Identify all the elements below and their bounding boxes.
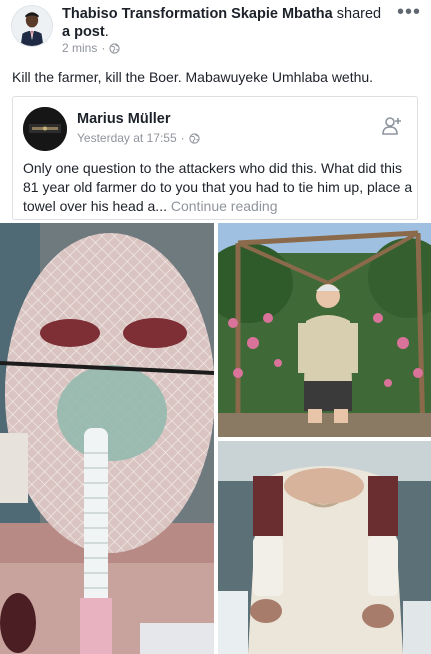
photo-grid [0, 223, 431, 654]
globe-icon[interactable] [189, 132, 200, 144]
author-name[interactable]: Thabiso Transformation Skapie Mbatha [62, 6, 333, 22]
injured-face-photo[interactable] [0, 223, 214, 654]
post-meta: 2 mins · [62, 41, 120, 55]
post-status-text: Kill the farmer, kill the Boer. Mabawuye… [12, 69, 374, 85]
share-verb: shared [336, 6, 382, 22]
more-options-icon[interactable]: ••• [397, 2, 421, 22]
globe-icon[interactable] [109, 42, 120, 54]
shared-post-link[interactable]: a post [62, 24, 105, 40]
shared-post-card[interactable]: Marius Müller Yesterday at 17:55 · Only … [12, 96, 418, 220]
post-author-line: Thabiso Transformation Skapie Mbatha sha… [62, 5, 392, 41]
meta-separator: · [180, 131, 185, 145]
meta-separator: · [101, 41, 106, 55]
continue-reading-link[interactable]: Continue reading [171, 198, 278, 214]
author-avatar[interactable] [11, 5, 53, 47]
bandaged-body-photo[interactable] [218, 441, 431, 654]
add-friend-icon[interactable] [381, 115, 403, 137]
shared-author-name[interactable]: Marius Müller [77, 111, 170, 127]
shared-post-timestamp[interactable]: Yesterday at 17:55 [77, 131, 177, 145]
post-header: Thabiso Transformation Skapie Mbatha sha… [0, 0, 431, 62]
farmer-garden-photo[interactable] [218, 223, 431, 437]
shared-post-meta: Yesterday at 17:55 · [77, 131, 200, 145]
post-timestamp[interactable]: 2 mins [62, 41, 97, 55]
period: . [104, 24, 109, 40]
shared-post-text: Only one question to the attackers who d… [23, 159, 413, 216]
shared-author-avatar[interactable] [23, 107, 67, 151]
